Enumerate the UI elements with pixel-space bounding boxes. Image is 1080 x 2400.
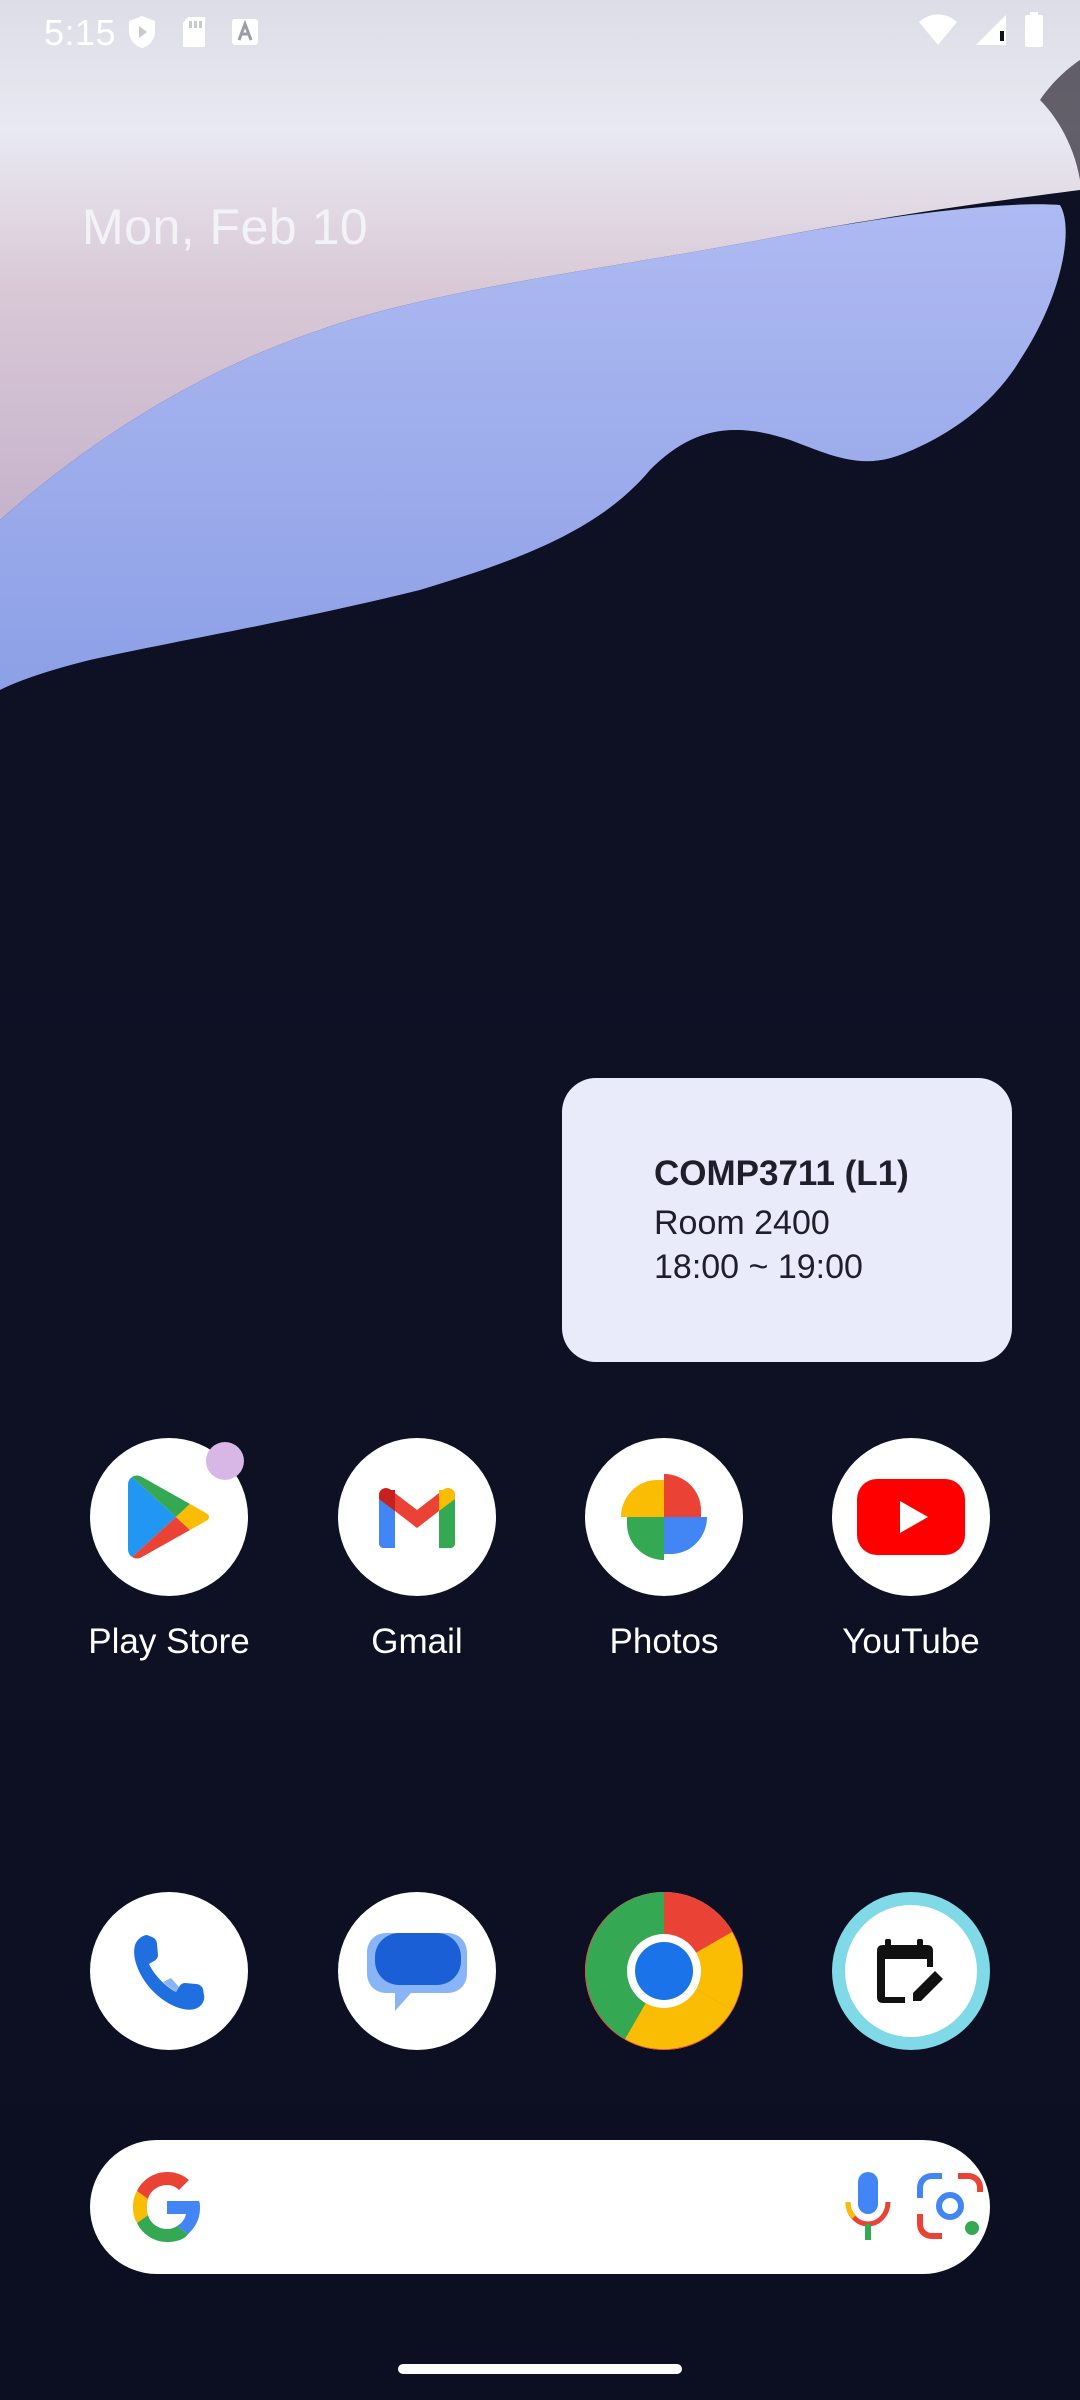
youtube-app[interactable]	[832, 1438, 990, 1596]
wifi-icon	[919, 14, 957, 45]
messages-icon	[367, 1933, 467, 2011]
calendar-edit-icon	[877, 1939, 943, 2003]
status-right-icons	[918, 12, 1044, 48]
signal-icon	[976, 15, 1006, 45]
photos-app[interactable]	[585, 1438, 743, 1596]
schedule-widget[interactable]: COMP3711 (L1) Room 2400 18:00 ~ 19:00	[562, 1078, 1012, 1362]
phone-icon	[134, 1935, 205, 2010]
battery-icon	[1025, 12, 1043, 47]
calendar-edit-inner	[845, 1905, 977, 2037]
status-time: 5:15	[44, 12, 117, 53]
app-label-photos: Photos	[609, 1622, 719, 1661]
mic-icon[interactable]	[838, 2168, 898, 2248]
keyboard-a-icon	[232, 19, 258, 45]
wallpaper	[0, 0, 1080, 1000]
widget-time: 18:00 ~ 19:00	[654, 1248, 863, 1286]
status-left-icons	[126, 14, 260, 50]
chrome-icon	[585, 1892, 743, 2050]
messages-app[interactable]	[338, 1892, 496, 2050]
chrome-app[interactable]	[585, 1892, 743, 2050]
widget-course-title: COMP3711 (L1)	[654, 1154, 909, 1193]
app-label-play-store: Play Store	[88, 1622, 250, 1661]
google-search-bar[interactable]	[90, 2140, 990, 2274]
widget-room: Room 2400	[654, 1204, 830, 1242]
app-label-youtube: YouTube	[842, 1622, 980, 1661]
photos-icon	[621, 1474, 707, 1560]
notification-badge	[206, 1442, 244, 1480]
gmail-icon	[379, 1488, 455, 1548]
google-g-icon	[133, 2172, 200, 2242]
sd-card-icon	[183, 17, 205, 47]
phone-app[interactable]	[90, 1892, 248, 2050]
play-store-icon	[128, 1475, 209, 1559]
gesture-nav-handle[interactable]	[398, 2364, 682, 2374]
app-label-gmail: Gmail	[371, 1622, 463, 1661]
gmail-app[interactable]	[338, 1438, 496, 1596]
status-bar: 5:15	[0, 0, 1080, 64]
calendar-edit-app[interactable]	[832, 1892, 990, 2050]
lens-icon[interactable]	[914, 2170, 986, 2242]
youtube-icon	[857, 1479, 965, 1555]
shield-play-icon	[129, 16, 155, 48]
home-screen: 5:15 Mon, Feb 10 COMP3711 (L1) Room 2400…	[0, 0, 1080, 2400]
date-label[interactable]: Mon, Feb 10	[82, 198, 368, 256]
